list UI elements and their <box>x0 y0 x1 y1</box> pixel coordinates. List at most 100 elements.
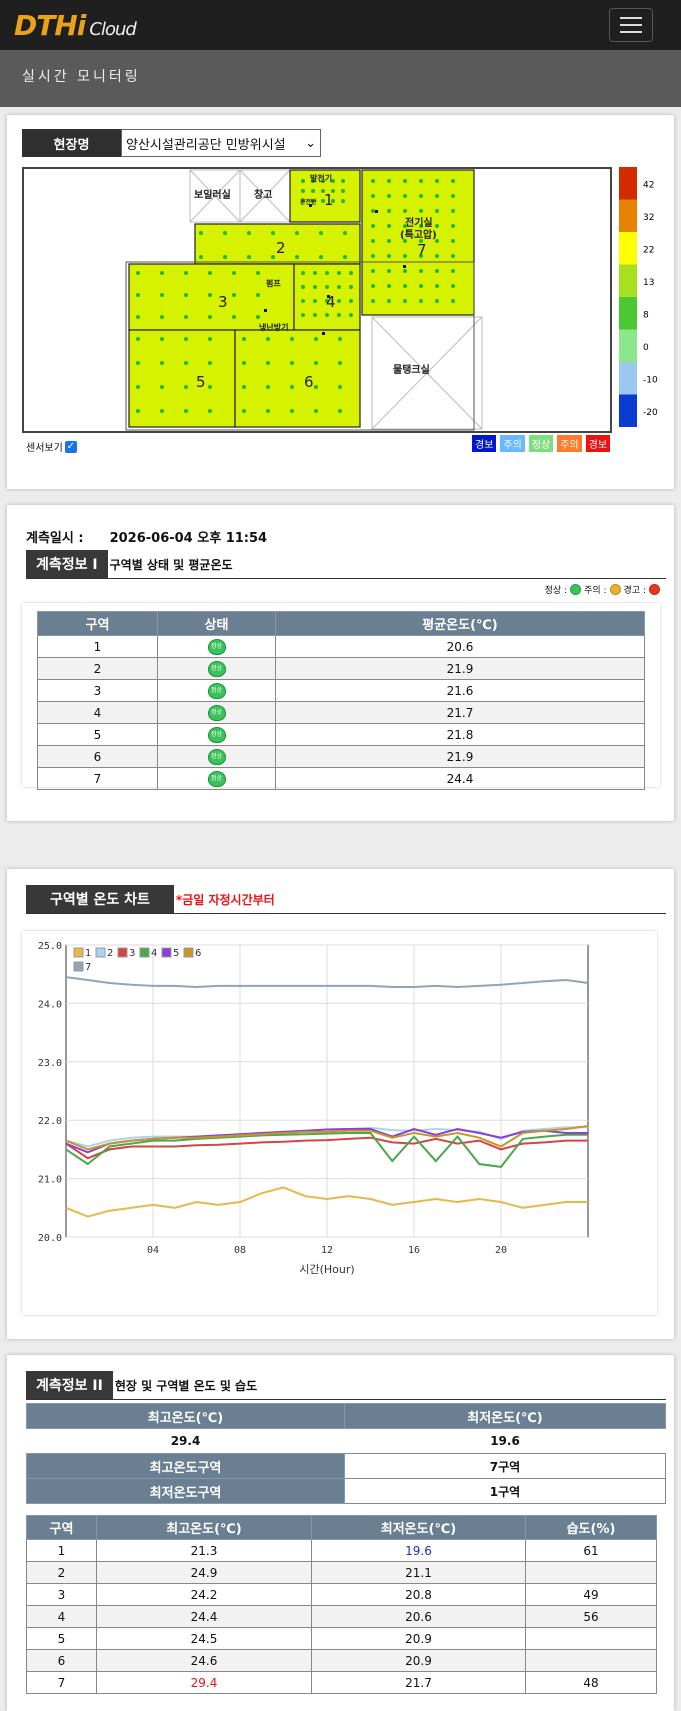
sensor-dot <box>387 179 391 183</box>
sensor-dot <box>325 285 329 289</box>
room-boiler: 보일러실 <box>194 188 231 201</box>
table-row: 2 정상 21.9 <box>37 657 645 680</box>
legend-label-2: 2 <box>107 948 113 959</box>
chart-header: 구역별 온도 차트 *금일 자정시간부터 <box>26 885 666 914</box>
sensor-dot <box>435 209 439 213</box>
humidity-cell: 56 <box>525 1605 657 1628</box>
scale-label: 32 <box>643 213 654 223</box>
legend-normal: 정상 <box>528 435 554 452</box>
sensor-dot <box>301 271 305 275</box>
measurement-time: 계측일시 : 2026-06-04 오후 11:54 <box>26 527 267 546</box>
checkbox-checked-icon[interactable]: ✓ <box>64 440 77 453</box>
min-temp-value: 19.6 <box>490 1434 520 1448</box>
avg-temp-cell: 24.4 <box>275 767 645 790</box>
sensor-dot <box>184 409 188 413</box>
zone-cell: 1 <box>37 635 158 658</box>
info1-header: 계측정보 I 구역별 상태 및 평균온도 <box>26 550 666 579</box>
table-row: 6 24.6 20.9 <box>26 1649 657 1672</box>
sensor-toggle-label: 센서보기 <box>26 443 63 454</box>
room-storage: 창고 <box>254 188 272 201</box>
zone-cell: 7 <box>37 767 158 790</box>
sensor-dot <box>343 231 347 235</box>
floor-plan: 보일러실 창고 발전기 운전반 전기실 (특고압) 펌프 냉난방기 물탱크실 1… <box>22 167 612 433</box>
floor-map-card: 현장명 양산시설관리공단 민방위시설 ⌄ 보일러실 창고 발전기 운전반 전기실… <box>7 115 674 489</box>
col-status: 상태 <box>157 611 276 636</box>
site-selector-row: 현장명 양산시설관리공단 민방위시설 ⌄ <box>22 129 321 157</box>
normal-status-icon: 정상 <box>207 638 226 655</box>
x-tick-label: 20 <box>495 1245 507 1256</box>
sensor-dot <box>371 224 375 228</box>
zone-cell: 7 <box>26 1671 97 1694</box>
sensor-dot <box>295 255 299 259</box>
max-temp-cell: 29.4 <box>96 1671 312 1694</box>
sensor-dot <box>242 361 246 365</box>
warning-status-icon <box>649 584 660 595</box>
dthi-cloud-logo[interactable]: DTHi Cloud <box>14 9 137 42</box>
table-row: 5 정상 21.8 <box>37 723 645 746</box>
sensor-dot <box>371 239 375 243</box>
zone-cell: 6 <box>26 1649 97 1672</box>
table-row: 7 29.4 21.7 48 <box>26 1671 657 1694</box>
table-row: 6 정상 21.9 <box>37 745 645 768</box>
sensor-dot <box>451 209 455 213</box>
min-temp-header: 최저온도(℃) <box>344 1403 666 1429</box>
col-avg-temp: 평균온도(℃) <box>275 611 645 636</box>
sensor-dot <box>208 409 212 413</box>
y-tick-label: 24.0 <box>38 999 62 1010</box>
sensor-dot <box>208 271 212 275</box>
table-row: 3 24.2 20.8 49 <box>26 1583 657 1606</box>
sensor-dot <box>247 255 251 259</box>
sensor-dot <box>160 409 164 413</box>
legend-caution-low: 주의 <box>500 435 525 452</box>
avg-temp-cell: 21.8 <box>275 723 645 746</box>
sensor-dot <box>371 209 375 213</box>
scale-segment <box>619 199 637 232</box>
site-select[interactable]: 양산시설관리공단 민방위시설 ⌄ <box>121 129 321 157</box>
sensor-dot <box>343 255 347 259</box>
humidity-cell: 48 <box>525 1671 657 1694</box>
sensor-dot <box>160 337 164 341</box>
sensor-dot <box>266 361 270 365</box>
status-cell: 정상 <box>157 701 276 724</box>
sensor-dot <box>184 385 188 389</box>
sensor-dot <box>451 299 455 303</box>
sensor-dot <box>223 231 227 235</box>
scale-label: 13 <box>643 278 654 288</box>
sensor-dot <box>232 271 236 275</box>
max-temp-cell: 24.4 <box>96 1605 312 1628</box>
max-temp-cell: 24.9 <box>96 1561 312 1584</box>
status-legend: 경보 주의 정상 주의 경보 <box>472 435 611 452</box>
humidity-cell: 61 <box>525 1539 657 1562</box>
y-tick-label: 20.0 <box>38 1233 62 1244</box>
sensor-dot <box>349 271 353 275</box>
site-label: 현장명 <box>22 129 121 157</box>
sensor-dot <box>451 179 455 183</box>
info2-tag: 계측정보 II <box>26 1371 113 1399</box>
sensor-dot <box>337 271 341 275</box>
scale-label: -20 <box>643 408 658 418</box>
site-selected-value: 양산시설관리공단 민방위시설 <box>126 137 286 153</box>
info2-desc: 현장 및 구역별 온도 및 습도 <box>114 1378 258 1393</box>
sensor-dot <box>223 255 227 259</box>
scale-segment <box>619 264 637 297</box>
sensor-dot <box>419 209 423 213</box>
legend-label-1: 1 <box>85 948 91 959</box>
sensor-dot <box>403 254 407 258</box>
sensor-toggle[interactable]: 센서보기 ✓ <box>26 439 77 454</box>
sensor-dot <box>184 315 188 319</box>
legend-label-7: 7 <box>85 962 91 973</box>
sensor-dot <box>349 313 353 317</box>
sensor-dot <box>266 385 270 389</box>
min-temp-cell: 21.7 <box>311 1671 526 1694</box>
x-tick-label: 04 <box>147 1245 159 1256</box>
x-tick-label: 12 <box>321 1245 333 1256</box>
sensor-dot <box>314 361 318 365</box>
sensor-dot <box>256 315 260 319</box>
min-temp-cell: 19.6 <box>311 1539 526 1562</box>
sensor-dot <box>338 409 342 413</box>
chart-tag: 구역별 온도 차트 <box>26 885 174 913</box>
col-zone: 구역 <box>37 611 158 636</box>
sensor-dot <box>338 337 342 341</box>
sensor-dot <box>301 189 305 193</box>
hamburger-icon[interactable] <box>609 8 653 42</box>
